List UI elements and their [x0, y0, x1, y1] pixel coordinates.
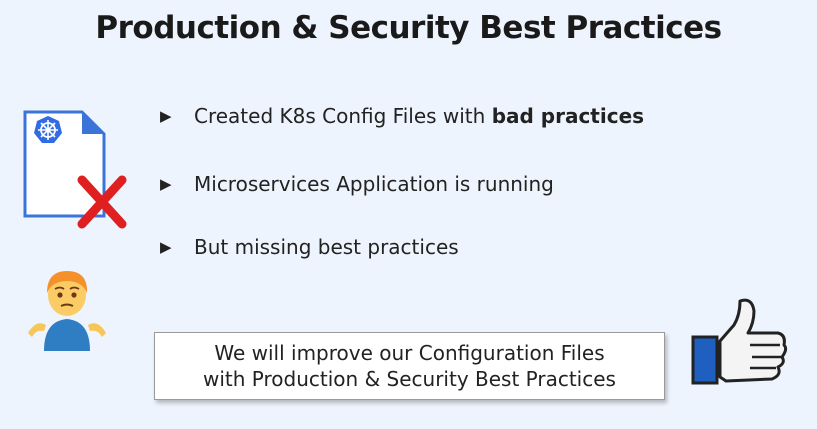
bullet-arrow-icon: ▶ [160, 175, 172, 193]
bullet-arrow-icon: ▶ [160, 238, 172, 256]
list-item: ▶ But missing best practices [160, 235, 459, 259]
list-item: ▶ Created K8s Config Files with bad pract… [160, 104, 644, 128]
thumbs-up-icon [690, 295, 790, 391]
list-item: ▶ Microservices Application is running [160, 172, 554, 196]
callout-box: We will improve our Configuration Files … [154, 332, 665, 400]
callout-line-2: with Production & Security Best Practice… [203, 367, 616, 391]
bullet-arrow-icon: ▶ [160, 107, 172, 125]
bullet-text: Microservices Application is running [194, 172, 554, 196]
bullet-text: But missing best practices [194, 235, 459, 259]
bullet-text: Created K8s Config Files with [194, 104, 492, 128]
shrugging-person-icon [22, 263, 112, 357]
bullet-bold-text: bad practices [491, 104, 645, 128]
kubernetes-file-icon [22, 110, 134, 236]
callout-line-1: We will improve our Configuration Files [214, 341, 605, 365]
slide-title: Production & Security Best Practices [95, 10, 722, 46]
